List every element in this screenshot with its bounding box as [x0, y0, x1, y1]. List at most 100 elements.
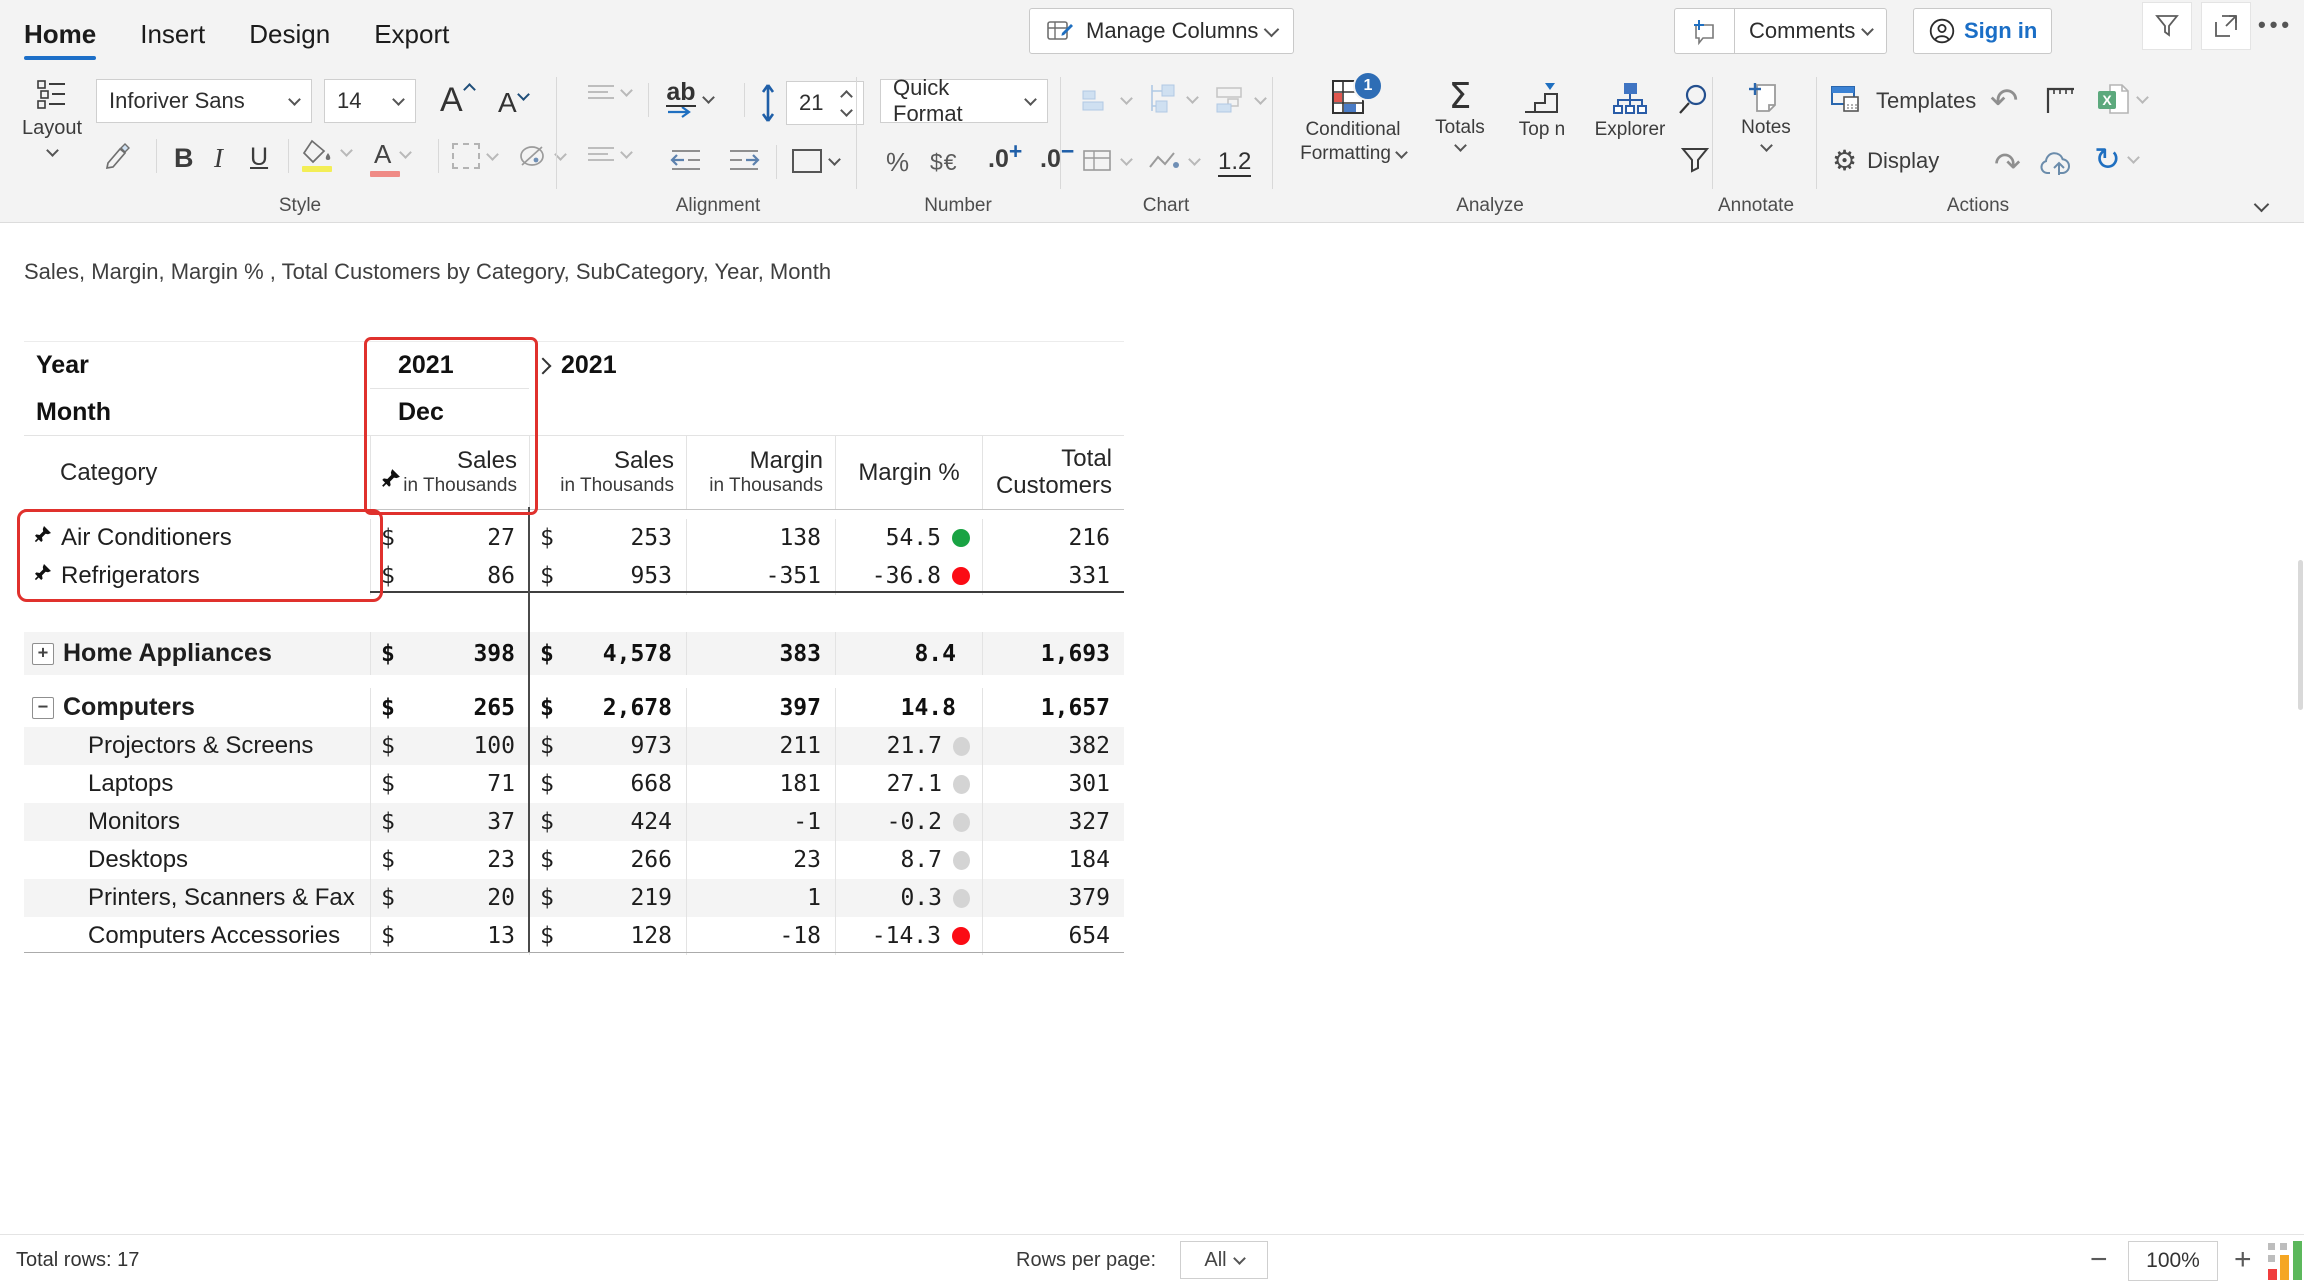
search-button[interactable] [1678, 83, 1710, 115]
decrease-font-button[interactable]: A [498, 87, 528, 119]
chevron-down-icon [620, 84, 633, 97]
increase-decimal-button[interactable]: .0+ [988, 145, 1022, 174]
font-size-select[interactable]: 14 [324, 79, 416, 123]
chart-type-button[interactable] [1080, 85, 1131, 115]
conditional-formatting-icon: 1 [1331, 77, 1375, 117]
font-color-button[interactable]: A [372, 139, 410, 170]
table-row[interactable]: Laptops$71$66818127.1301 [24, 765, 1124, 803]
table-row[interactable]: Printers, Scanners & Fax$20$21910.3379 [24, 879, 1124, 917]
totals-button[interactable]: Σ Totals [1424, 79, 1496, 150]
table-row[interactable]: Desktops$23$266238.7184 [24, 841, 1124, 879]
row-height-control[interactable]: 21 [758, 81, 864, 125]
cell-borders-button[interactable] [792, 149, 839, 173]
horizontal-align-button[interactable] [588, 147, 631, 161]
notes-button[interactable]: Notes [1728, 79, 1804, 150]
percent-format-button[interactable]: % [886, 147, 909, 178]
display-button[interactable]: ⚙ Display [1832, 147, 1939, 175]
filter-icon[interactable] [2142, 2, 2192, 50]
borders-button[interactable] [452, 143, 497, 169]
hierarchy-chart-button[interactable] [1146, 83, 1197, 115]
templates-button[interactable]: Templates [1830, 85, 1976, 117]
pinned-month-cell[interactable]: Dec [370, 389, 529, 435]
cell-sales-pinned: $27 [370, 519, 529, 557]
column-header-category[interactable]: Category [24, 436, 370, 509]
chevron-down-icon [392, 93, 405, 106]
layout-chart-button[interactable] [1214, 85, 1265, 115]
table-row[interactable]: −Computers$265$2,67839714.81,657 [24, 688, 1124, 727]
explorer-button[interactable]: Explorer [1588, 81, 1672, 141]
pinned-year-cell[interactable]: 2021 [370, 342, 529, 389]
manage-columns-label: Manage Columns [1086, 18, 1258, 44]
cell-category: Projectors & Screens [24, 727, 370, 765]
zoom-in-button[interactable]: + [2234, 1243, 2252, 1277]
column-header-total-customers[interactable]: Total Customers [982, 436, 1124, 509]
increase-font-button[interactable]: A [440, 81, 474, 120]
clear-formatting-button[interactable] [518, 143, 565, 169]
table-row[interactable]: Refrigerators$86$953-351-36.8331 [24, 557, 1124, 595]
table-row[interactable]: Air Conditioners$27$25313854.5216 [24, 519, 1124, 557]
underline-button[interactable]: U [250, 143, 268, 172]
tab-home[interactable]: Home [24, 0, 96, 69]
zoom-out-button[interactable]: − [2090, 1243, 2108, 1277]
tab-export[interactable]: Export [374, 0, 449, 69]
redo-icon[interactable]: ↷ [1994, 145, 2021, 183]
zoom-level[interactable]: 100% [2128, 1241, 2218, 1281]
group-label-style: Style [279, 195, 321, 217]
refresh-button[interactable]: ↻ [2094, 143, 2138, 175]
table-row[interactable]: Computers Accessories$13$128-18-14.3654 [24, 917, 1124, 955]
decrease-decimal-button[interactable]: .0− [1040, 145, 1074, 174]
more-options-icon[interactable]: ••• [2258, 12, 2293, 38]
bold-button[interactable]: B [174, 143, 194, 174]
column-header-sales-pinned[interactable]: Sales in Thousands [370, 436, 529, 509]
comments-button[interactable]: Comments [1734, 8, 1887, 54]
cell-sales: $266 [529, 841, 686, 879]
badge: 1 [1353, 71, 1383, 101]
sparkline-button[interactable] [1148, 149, 1199, 173]
decimal-places-button[interactable]: 1.2 [1218, 149, 1251, 177]
fill-color-button[interactable] [302, 139, 351, 165]
cloud-upload-icon[interactable] [2040, 149, 2078, 177]
year-group-cell[interactable]: 2021 [529, 342, 1124, 389]
top-n-button[interactable]: Top n [1504, 81, 1580, 141]
column-header-margin-pct[interactable]: Margin % [835, 436, 982, 509]
undo-icon[interactable]: ↶ [1990, 81, 2019, 121]
add-comment-button[interactable] [1674, 8, 1734, 54]
collapse-ribbon-icon[interactable] [2256, 199, 2267, 210]
column-header-margin[interactable]: Margin in Thousands [686, 436, 835, 509]
ruler-icon[interactable] [2044, 85, 2076, 115]
sign-in-button[interactable]: Sign in [1913, 8, 2052, 54]
currency-symbol: $ [540, 923, 554, 949]
format-painter-button[interactable] [104, 141, 134, 171]
expand-year-icon[interactable] [535, 357, 552, 374]
font-name-select[interactable]: Inforiver Sans [96, 79, 312, 123]
table-row[interactable]: Monitors$37$424-1-0.2327 [24, 803, 1124, 841]
scrollbar-thumb[interactable] [2298, 560, 2303, 710]
decrease-indent-button[interactable] [668, 147, 704, 173]
tab-insert[interactable]: Insert [140, 0, 205, 69]
align-lines-icon [588, 147, 614, 161]
table-row[interactable]: +Home Appliances$398$4,5783838.41,693 [24, 632, 1124, 675]
margin-indicator-gray [953, 775, 970, 794]
quick-format-button[interactable]: Quick Format [880, 79, 1048, 123]
rows-per-page-select[interactable]: All [1180, 1241, 1268, 1279]
currency-format-button[interactable]: $€ [930, 149, 958, 176]
italic-button[interactable]: I [214, 143, 223, 174]
freeze-line[interactable] [528, 507, 530, 952]
vertical-align-button[interactable] [588, 85, 631, 99]
expand-icon[interactable]: + [32, 643, 54, 665]
filter-rows-button[interactable] [1680, 147, 1710, 173]
column-header-sales[interactable]: Sales in Thousands [529, 436, 686, 509]
focus-mode-icon[interactable] [2201, 2, 2251, 50]
increase-indent-button[interactable] [726, 147, 762, 173]
row-height-input[interactable]: 21 [786, 81, 864, 125]
collapse-icon[interactable]: − [32, 697, 54, 719]
table-row[interactable]: Projectors & Screens$100$97321121.7382 [24, 727, 1124, 765]
manage-columns-button[interactable]: Manage Columns [1029, 8, 1294, 54]
wrap-text-button[interactable]: ab [666, 79, 713, 119]
tab-design[interactable]: Design [249, 0, 330, 69]
excel-export-button[interactable]: X [2096, 83, 2147, 115]
layout-button[interactable]: Layout [20, 79, 84, 155]
conditional-formatting-button[interactable]: 1 Conditional Formatting [1294, 77, 1412, 165]
borders-icon [452, 143, 480, 169]
table-view-button[interactable] [1082, 149, 1131, 173]
